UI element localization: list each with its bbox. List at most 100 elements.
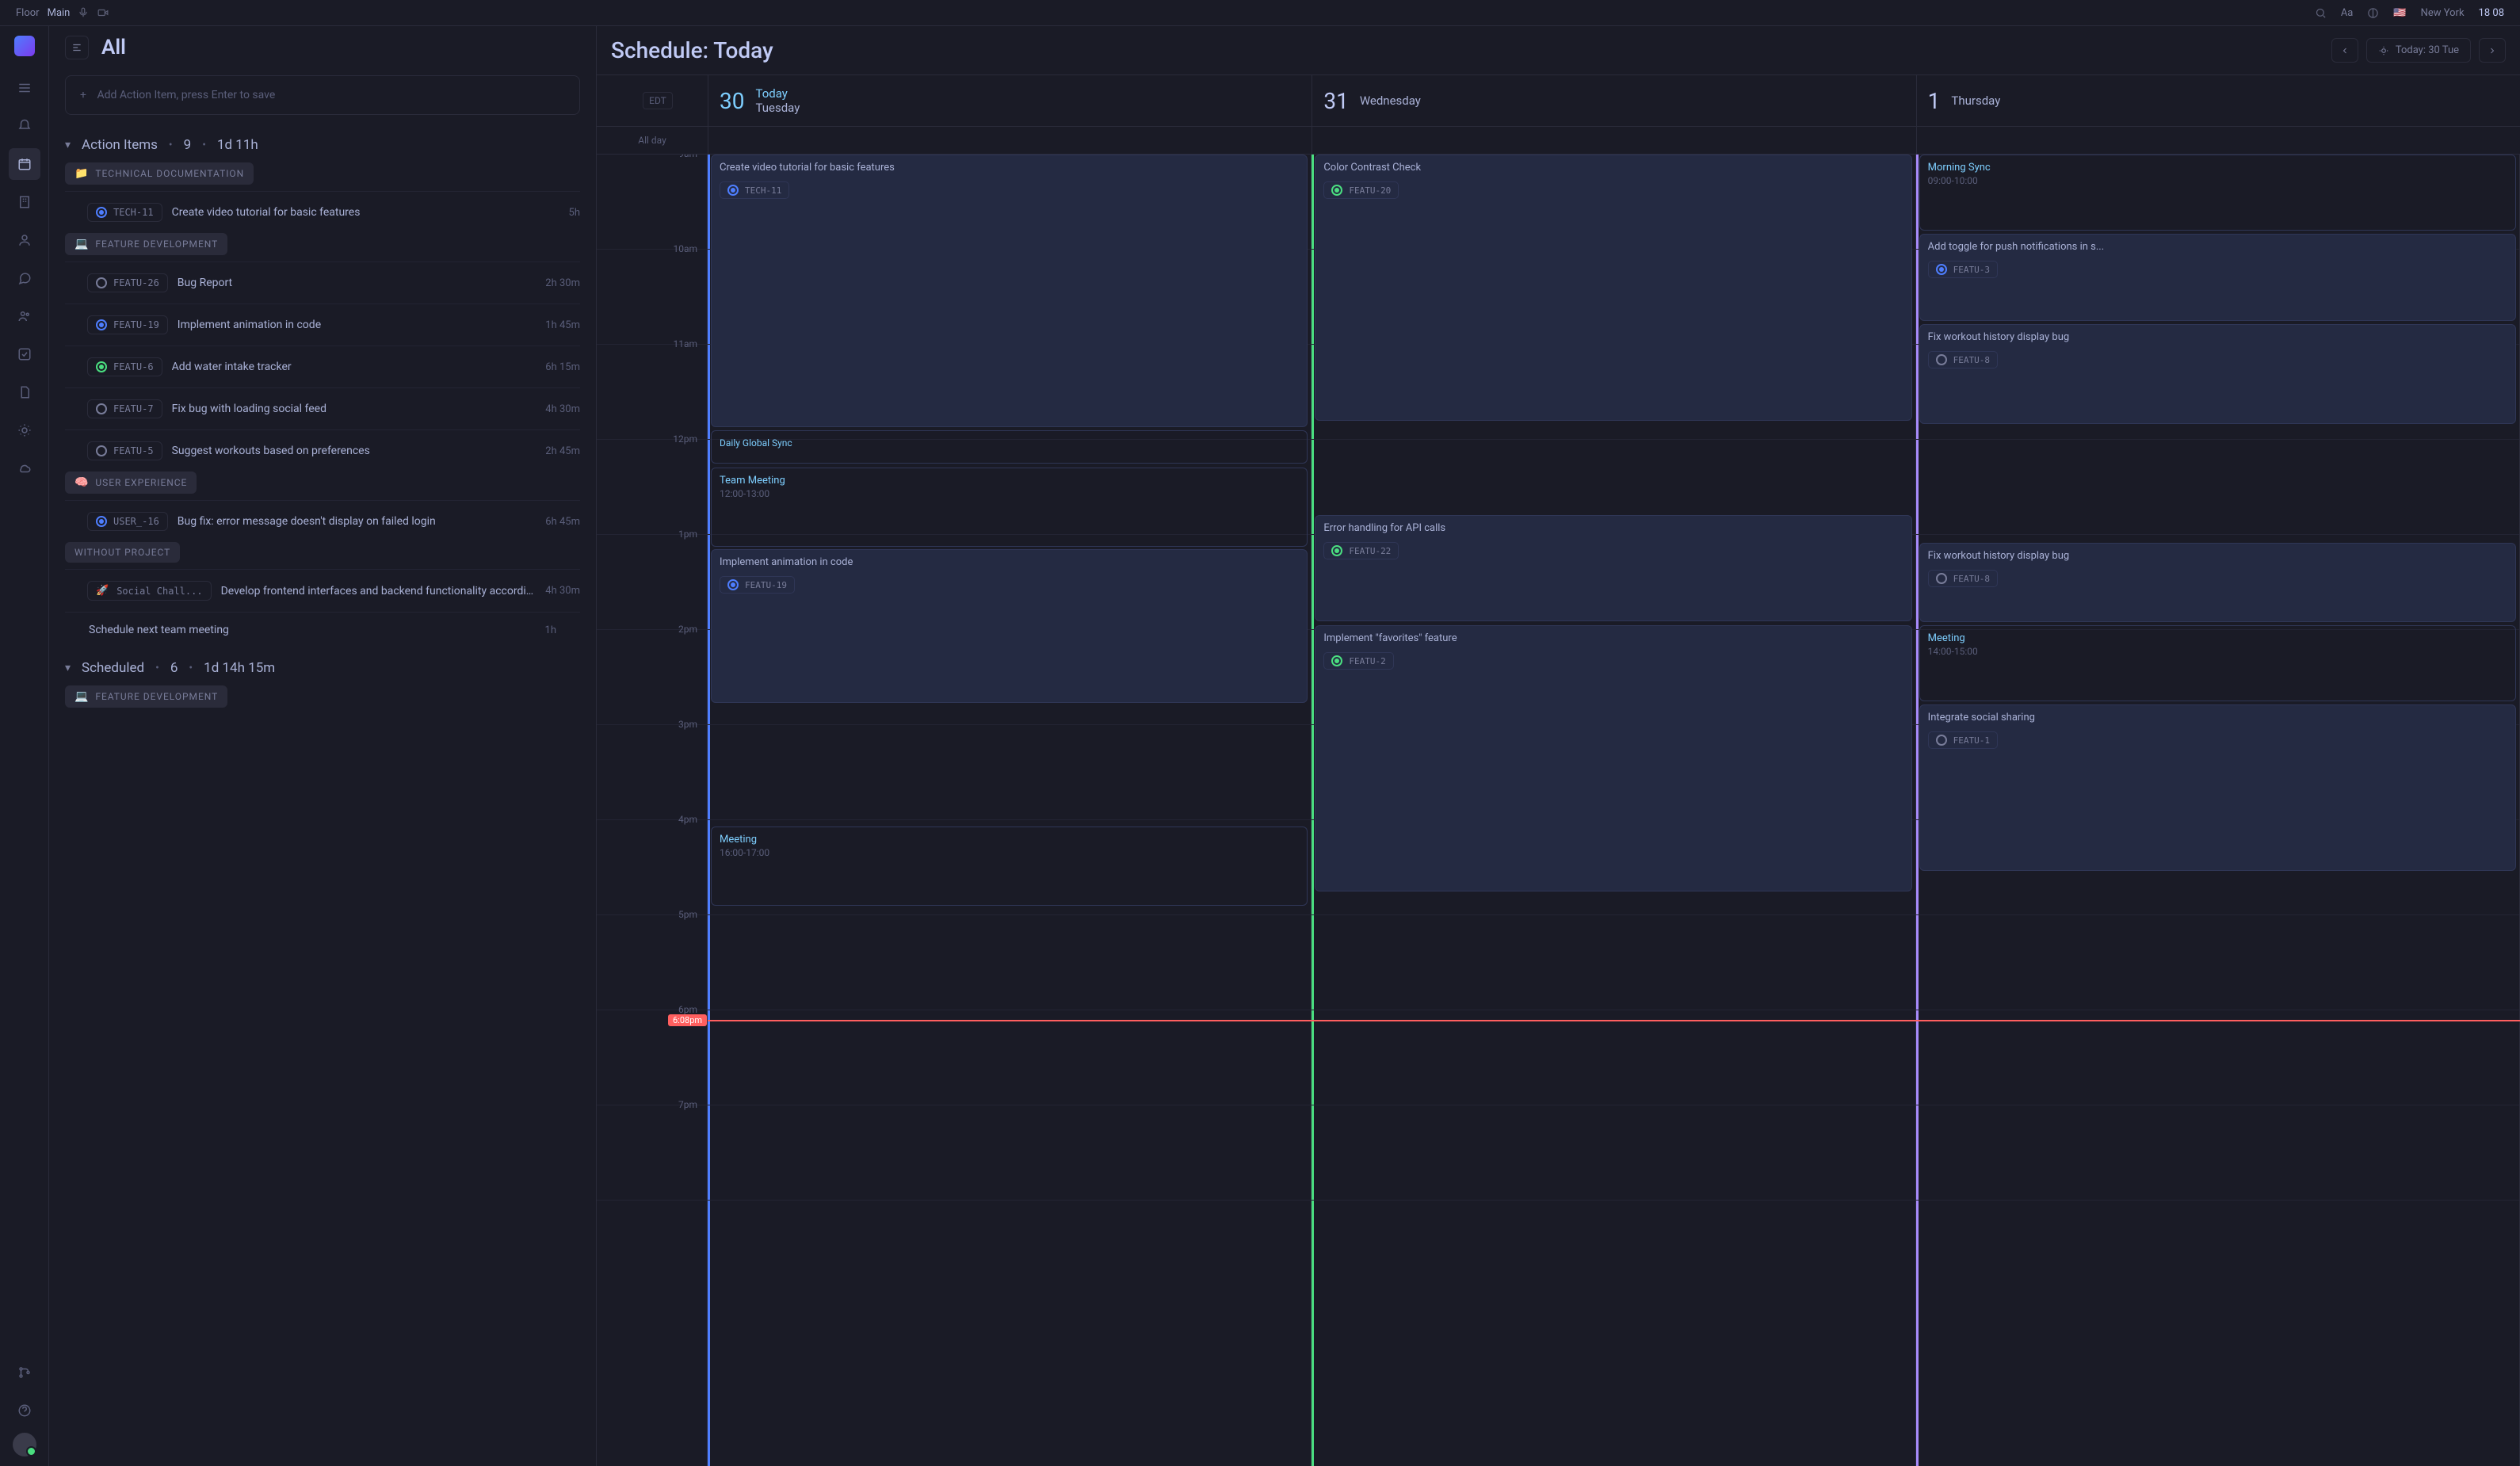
nav-chat-icon[interactable] xyxy=(9,262,40,294)
task-row[interactable]: TECH-11 Create video tutorial for basic … xyxy=(65,191,580,233)
calendar-event[interactable]: Implement animation in codeFEATU-19 xyxy=(711,549,1308,703)
task-row[interactable]: USER_-16 Bug fix: error message doesn't … xyxy=(65,500,580,542)
calendar-event[interactable]: Fix workout history display bugFEATU-8 xyxy=(1919,324,2516,424)
calendar-event[interactable]: Team Meeting12:00-13:00 xyxy=(711,468,1308,547)
nav-git-icon[interactable] xyxy=(9,1357,40,1388)
calendar-event[interactable]: Daily Global Sync xyxy=(711,430,1308,464)
prev-button[interactable] xyxy=(2331,38,2358,63)
nav-cloud-icon[interactable] xyxy=(9,452,40,484)
nav-doc-icon[interactable] xyxy=(9,376,40,408)
task-row[interactable]: FEATU-7 Fix bug with loading social feed… xyxy=(65,387,580,429)
event-id-chip[interactable]: FEATU-3 xyxy=(1928,261,1998,278)
nav-building-icon[interactable] xyxy=(9,186,40,218)
status-icon xyxy=(96,445,107,456)
task-id-chip[interactable]: FEATU-7 xyxy=(87,399,162,418)
event-id-chip[interactable]: FEATU-8 xyxy=(1928,351,1998,368)
task-title: Develop frontend interfaces and backend … xyxy=(221,585,536,597)
task-id-chip[interactable]: USER_-16 xyxy=(87,512,168,531)
video-icon[interactable] xyxy=(97,7,109,18)
group-chip[interactable]: 📁TECHNICAL DOCUMENTATION xyxy=(65,162,254,185)
task-row[interactable]: FEATU-19 Implement animation in code 1h … xyxy=(65,304,580,346)
task-id-chip[interactable]: FEATU-19 xyxy=(87,315,168,334)
task-row[interactable]: FEATU-6 Add water intake tracker 6h 15m xyxy=(65,346,580,387)
group-chip[interactable]: 🧠USER EXPERIENCE xyxy=(65,471,197,494)
nav-menu-icon[interactable] xyxy=(9,72,40,104)
section-action-items[interactable]: ▾ Action Items • 9 • 1d 11h xyxy=(65,137,580,153)
task-id-chip[interactable]: FEATU-5 xyxy=(87,441,162,460)
task-duration: 4h 30m xyxy=(545,585,580,597)
calendar-event[interactable]: Implement "favorites" featureFEATU-2 xyxy=(1315,625,1911,891)
event-id-chip[interactable]: FEATU-2 xyxy=(1323,652,1393,670)
text-size-toggle[interactable]: Aa xyxy=(2341,7,2354,19)
next-button[interactable] xyxy=(2479,38,2506,63)
locale-flag[interactable]: 🇺🇸 xyxy=(2393,7,2406,19)
app-sidebar xyxy=(0,26,49,1466)
calendar-event[interactable]: Color Contrast CheckFEATU-20 xyxy=(1315,155,1911,421)
task-id-chip[interactable]: FEATU-26 xyxy=(87,273,168,292)
nav-people-icon[interactable] xyxy=(9,300,40,332)
add-action-placeholder: Add Action Item, press Enter to save xyxy=(97,89,275,101)
event-id-chip[interactable]: FEATU-8 xyxy=(1928,570,1998,587)
nav-check-icon[interactable] xyxy=(9,338,40,370)
calendar-event[interactable]: Fix workout history display bugFEATU-8 xyxy=(1919,543,2516,622)
event-id-chip[interactable]: FEATU-22 xyxy=(1323,542,1399,559)
contrast-icon[interactable] xyxy=(2367,7,2379,19)
task-id-chip[interactable]: FEATU-6 xyxy=(87,357,162,376)
tasks-panel: All + Add Action Item, press Enter to sa… xyxy=(49,26,596,1466)
calendar-event[interactable]: Meeting14:00-15:00 xyxy=(1919,625,2516,701)
task-id: TECH-11 xyxy=(113,207,154,218)
event-id-chip[interactable]: FEATU-19 xyxy=(720,576,795,594)
event-col-2[interactable]: Color Contrast CheckFEATU-20 Error handli… xyxy=(1312,155,1915,1466)
hour-label: 1pm xyxy=(678,529,697,540)
today-button[interactable]: Today: 30 Tue xyxy=(2366,38,2471,63)
day-col-today[interactable]: 30 Today Tuesday xyxy=(708,75,1312,126)
task-id-chip[interactable]: TECH-11 xyxy=(87,203,162,222)
mic-icon[interactable] xyxy=(78,7,89,18)
calendar-event[interactable]: Meeting16:00-17:00 xyxy=(711,827,1308,906)
day-number: 30 xyxy=(720,88,744,114)
event-col-1[interactable]: Create video tutorial for basic features… xyxy=(708,155,1312,1466)
day-col[interactable]: 31 Wednesday xyxy=(1312,75,1915,126)
time-axis: 9am10am11am12pm1pm2pm3pm4pm5pm6pm7pm xyxy=(597,155,708,1466)
nav-help-icon[interactable] xyxy=(9,1395,40,1426)
group-chip[interactable]: WITHOUT PROJECT xyxy=(65,542,180,563)
section-scheduled[interactable]: ▾ Scheduled • 6 • 1d 14h 15m xyxy=(65,660,580,676)
calendar-event[interactable]: Create video tutorial for basic features… xyxy=(711,155,1308,427)
status-icon xyxy=(1331,545,1342,556)
calendar-event[interactable]: Integrate social sharingFEATU-1 xyxy=(1919,704,2516,871)
day-today-label: Today xyxy=(755,86,800,101)
nav-calendar-icon[interactable] xyxy=(9,148,40,180)
nav-user-icon[interactable] xyxy=(9,224,40,256)
status-icon xyxy=(96,403,107,414)
all-day-label: All day xyxy=(597,127,708,154)
calendar-event[interactable]: Morning Sync09:00-10:00 xyxy=(1919,155,2516,231)
event-id-chip[interactable]: FEATU-1 xyxy=(1928,731,1998,749)
event-title: Morning Sync xyxy=(1928,162,2507,174)
user-avatar[interactable] xyxy=(13,1433,36,1456)
event-id-chip[interactable]: FEATU-20 xyxy=(1323,181,1399,199)
task-id-chip[interactable]: 🚀Social Chall... xyxy=(87,581,212,601)
group-chip[interactable]: 💻FEATURE DEVELOPMENT xyxy=(65,685,227,708)
nav-sun-icon[interactable] xyxy=(9,414,40,446)
status-icon xyxy=(96,207,107,218)
event-col-3[interactable]: Morning Sync09:00-10:00Add toggle for pu… xyxy=(1916,155,2520,1466)
group-chip[interactable]: 💻FEATURE DEVELOPMENT xyxy=(65,233,227,255)
task-row[interactable]: 🚀Social Chall... Develop frontend interf… xyxy=(65,569,580,612)
add-action-input[interactable]: + Add Action Item, press Enter to save xyxy=(65,75,580,115)
nav-bell-icon[interactable] xyxy=(9,110,40,142)
hour-label: 7pm xyxy=(678,1099,697,1110)
panel-toggle-button[interactable] xyxy=(65,36,89,59)
task-row[interactable]: FEATU-5 Suggest workouts based on prefer… xyxy=(65,429,580,471)
event-id-chip[interactable]: TECH-11 xyxy=(720,181,789,199)
day-col[interactable]: 1 Thursday xyxy=(1916,75,2520,126)
search-icon[interactable] xyxy=(2315,7,2327,19)
calendar-event[interactable]: Error handling for API callsFEATU-22 xyxy=(1315,515,1911,621)
calendar-event[interactable]: Add toggle for push notifications in s..… xyxy=(1919,234,2516,321)
hour-label: 11am xyxy=(673,338,697,349)
app-logo[interactable] xyxy=(14,36,35,56)
timezone-badge[interactable]: EDT xyxy=(643,92,673,109)
task-id: FEATU-6 xyxy=(113,361,154,372)
schedule-title: Schedule: Today xyxy=(611,37,773,63)
task-row[interactable]: FEATU-26 Bug Report 2h 30m xyxy=(65,262,580,304)
task-row[interactable]: Schedule next team meeting1h xyxy=(65,612,580,647)
